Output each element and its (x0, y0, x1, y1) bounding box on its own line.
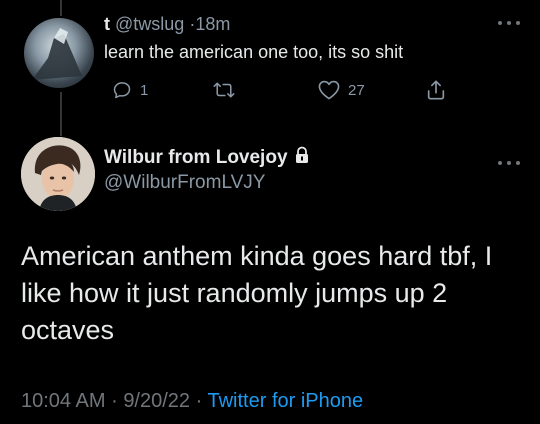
reply-count: 1 (140, 81, 149, 99)
tweet-date[interactable]: 9/20/22 (123, 390, 190, 412)
tweet-source-link[interactable]: Twitter for iPhone (207, 390, 363, 412)
retweet-icon (213, 82, 235, 98)
like-count: 27 (348, 81, 365, 99)
like-icon (318, 80, 340, 100)
tweet-time[interactable]: 10:04 AM (21, 390, 106, 412)
reply-header: t @twslug ·18m (104, 14, 230, 35)
author-name[interactable]: Wilbur from Lovejoy (104, 146, 310, 170)
lock-icon (294, 146, 310, 170)
reply-author-handle[interactable]: @twslug (115, 14, 184, 34)
tweet-meta: 10:04 AM · 9/20/22 · Twitter for iPhone (21, 390, 363, 413)
like-button[interactable]: 27 (318, 80, 365, 100)
reply-avatar[interactable] (24, 18, 94, 88)
reply-icon (113, 82, 131, 99)
thread-line (60, 0, 62, 16)
author-name-text: Wilbur from Lovejoy (104, 147, 288, 168)
reply-author-name[interactable]: t (104, 14, 110, 34)
more-icon[interactable] (498, 160, 520, 166)
avatar-image (32, 28, 82, 80)
reply-button[interactable]: 1 (112, 80, 148, 100)
reply-text: learn the american one too, its so shit (104, 42, 404, 62)
share-icon (427, 80, 445, 100)
avatar-image (21, 137, 95, 211)
meta-separator: · (195, 390, 203, 412)
tweet-text: American anthem kinda goes hard tbf, I l… (21, 241, 493, 345)
reply-time[interactable]: 18m (195, 14, 230, 34)
retweet-button[interactable] (213, 80, 235, 100)
more-icon[interactable] (498, 20, 520, 26)
thread-line (60, 92, 62, 136)
meta-separator: · (111, 390, 118, 412)
share-button[interactable] (425, 79, 447, 101)
author-handle[interactable]: @WilburFromLVJY (104, 172, 265, 194)
author-avatar[interactable] (21, 137, 95, 211)
